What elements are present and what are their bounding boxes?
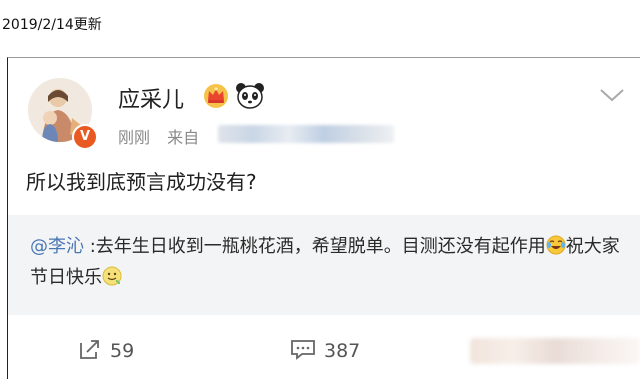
post-actions-bar: 59 387	[8, 328, 640, 368]
repost-button[interactable]: 59	[78, 338, 134, 362]
smile-emoji-icon	[102, 266, 122, 286]
update-date-caption: 2019/2/14更新	[2, 17, 102, 33]
crown-icon	[204, 84, 228, 108]
comment-icon	[291, 340, 315, 360]
author-name[interactable]: 应采儿	[118, 82, 184, 114]
share-icon	[80, 340, 99, 359]
laughing-tears-emoji-icon	[546, 235, 566, 255]
verified-icon: V	[72, 124, 98, 150]
mention-link[interactable]: @李沁	[30, 236, 84, 257]
repost-count: 59	[110, 340, 135, 362]
blurred-like-button[interactable]	[470, 338, 640, 364]
repost-text-part1: :去年生日收到一瓶桃花酒，希望脱单。目测还没有起作用	[84, 236, 546, 257]
comment-button[interactable]: 387	[290, 338, 360, 362]
comment-count: 387	[324, 340, 361, 362]
repost-text: @李沁 :去年生日收到一瓶桃花酒，希望脱单。目测还没有起作用 祝大家节日快乐	[30, 231, 630, 293]
source-prefix: 来自	[167, 128, 200, 147]
blurred-source-name[interactable]	[218, 125, 394, 143]
chevron-down-icon[interactable]	[598, 86, 626, 104]
weibo-post-card: V 应采儿 刚刚 来自 所以我到底预言成功没有? @李沁 :去年生日收到一瓶桃花…	[7, 57, 640, 379]
repost-block[interactable]: @李沁 :去年生日收到一瓶桃花酒，希望脱单。目测还没有起作用 祝大家节日快乐	[8, 215, 640, 315]
timestamp: 刚刚	[118, 128, 151, 147]
panda-icon	[236, 83, 264, 109]
post-text: 所以我到底预言成功没有?	[26, 170, 257, 194]
post-meta: 刚刚 来自	[118, 124, 199, 148]
